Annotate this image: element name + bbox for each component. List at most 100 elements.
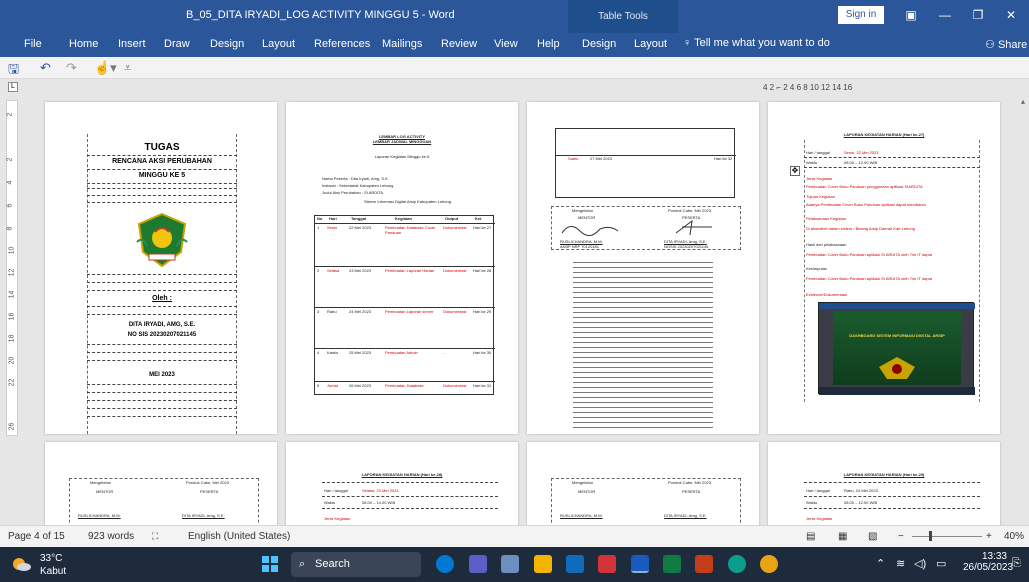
cell: Hari ke 32 [714, 156, 733, 161]
zoom-level[interactable]: 40% [1004, 531, 1024, 542]
report-waktu-label: Waktu [806, 160, 818, 165]
web-layout-icon[interactable]: ▧ [868, 531, 877, 542]
cell: - [443, 350, 445, 355]
log-table-header: No Hari Tanggal Kegiatan Output Ket [315, 216, 495, 224]
tab-mailings[interactable]: Mailings [382, 38, 422, 50]
tab-view[interactable]: View [494, 38, 518, 50]
cell: 25 Mei 2023 [349, 350, 372, 355]
tell-me-search[interactable]: ♀ Tell me what you want to do [683, 37, 830, 49]
weather-icon[interactable] [10, 555, 32, 573]
pocket-icon[interactable] [598, 555, 616, 573]
zoom-out-icon[interactable]: − [898, 531, 904, 542]
battery-icon[interactable]: ▭ [936, 557, 946, 570]
tab-insert[interactable]: Insert [118, 38, 146, 50]
vruler-num: 6 [6, 203, 14, 208]
page-cover[interactable]: TUGAS RENCANA AKSI PERUBAHAN MINGGU KE 5… [45, 102, 277, 434]
customize-toolbar-icon[interactable]: ⩡ [124, 60, 131, 76]
zoom-in-icon[interactable]: + [986, 531, 992, 542]
minimize-icon[interactable]: — [930, 4, 960, 26]
chrome-icon[interactable] [760, 555, 778, 573]
tab-selector-icon[interactable]: L [8, 82, 18, 92]
windows-start-icon[interactable] [262, 556, 278, 572]
log-info-row: Nama Peserta : Dita Iryadi, Amg, S.E. [322, 176, 389, 181]
undo-icon[interactable]: ↶ [40, 60, 51, 76]
page-5[interactable]: Mengetahui Pondok Cabe, Mei 2023 MENTOR … [45, 442, 277, 525]
tab-layout[interactable]: Layout [262, 38, 295, 50]
taskbar-search[interactable]: ⌕ Search [291, 552, 421, 577]
print-layout-icon[interactable]: ▦ [838, 531, 847, 542]
cell: Pembuatan Laporan server [385, 309, 434, 314]
vruler-num: 18 [8, 334, 16, 343]
tab-review[interactable]: Review [441, 38, 477, 50]
copilot-icon[interactable] [436, 555, 454, 573]
teams-icon[interactable] [469, 555, 487, 573]
zoom-slider[interactable] [912, 536, 982, 537]
weather-description[interactable]: Kabut [40, 566, 66, 577]
word-count[interactable]: 923 words [88, 531, 134, 542]
page-count[interactable]: Page 4 of 15 [8, 531, 65, 542]
log-table[interactable]: No Hari Tanggal Kegiatan Output Ket 1 Se… [314, 215, 495, 395]
tab-help[interactable]: Help [537, 38, 560, 50]
weather-temperature[interactable]: 33°C [40, 553, 62, 564]
tab-design[interactable]: Design [210, 38, 244, 50]
cover-title: TUGAS [144, 142, 180, 153]
report-line: Di aksesibel dalam sistem / Bidang Arsip… [806, 226, 915, 231]
tray-chevron-icon[interactable]: ⌃ [876, 557, 885, 570]
page-signatures[interactable]: Sabtu 27 Mei 2023 Hari ke 32 Mengetahui … [527, 102, 759, 434]
language-label[interactable]: English (United States) [188, 531, 290, 542]
close-icon[interactable]: ✕ [996, 4, 1026, 26]
taskbar-clock[interactable]: 13:33 26/05/2023 [963, 551, 1013, 573]
table-move-handle-icon[interactable]: ✥ [790, 166, 800, 176]
scroll-up-icon[interactable]: ▴ [1021, 97, 1028, 111]
excel-icon[interactable] [663, 555, 681, 573]
sig-mentor-nip: AKBP NRP 70120181 [560, 244, 599, 249]
ribbon-display-icon[interactable]: ▣ [896, 4, 926, 26]
zoom-slider-thumb[interactable] [929, 531, 932, 541]
wifi-icon[interactable]: ≋ [896, 557, 905, 570]
sign-in-button[interactable]: Sign in [838, 6, 884, 24]
page-log-activity[interactable]: LEMBAR LOG ACTIVITY LEMBAR JADWAL MINGGU… [286, 102, 518, 434]
touch-mode-icon[interactable]: ☝▾ [94, 60, 117, 76]
volume-icon[interactable]: ◁) [914, 557, 926, 570]
sig-mengetahui: Mengetahui [572, 208, 593, 213]
vruler-num: 8 [6, 226, 14, 231]
proofing-icon[interactable]: ⛶ [152, 531, 158, 542]
tab-home[interactable]: Home [69, 38, 98, 50]
cover-oleh: Oleh : [152, 295, 172, 302]
edge-icon[interactable] [728, 555, 746, 573]
tab-draw[interactable]: Draw [164, 38, 190, 50]
horizontal-ruler[interactable]: L 4 2 ⌐ 2 4 6 8 10 12 14 16 [0, 79, 1029, 97]
tab-table-design[interactable]: Design [582, 38, 616, 50]
vertical-ruler[interactable]: 2 2 4 6 8 10 12 14 16 18 20 22 26 [6, 100, 18, 436]
mentor-signature-icon [561, 226, 619, 236]
tab-table-layout[interactable]: Layout [634, 38, 667, 50]
page-6[interactable]: LAPORAN KEGIATAN HARIAN (Hari ke-28) Har… [286, 442, 518, 525]
redo-icon[interactable]: ↷ [66, 60, 77, 76]
powerpoint-icon[interactable] [695, 555, 713, 573]
evidence-screenshot[interactable]: DASHBOARD SISTEM INFORMASI DIGITAL ARSIP [818, 302, 975, 395]
tab-references[interactable]: References [314, 38, 370, 50]
report-line: Jenis Kegiatan [324, 516, 351, 521]
cell: Hari ke 27 [473, 225, 492, 230]
file-explorer-icon[interactable] [534, 555, 552, 573]
app-l-icon[interactable] [566, 555, 584, 573]
report-line: Evidence/Dokumentasi [806, 292, 847, 297]
page-daily-report[interactable]: LAPORAN KEGIATAN HARIAN (Hari ke-27) ✥ H… [768, 102, 1000, 434]
page-7[interactable]: Mengetahui Pondok Cabe, Mei 2023 MENTOR … [527, 442, 759, 525]
empty-lines [573, 258, 713, 428]
share-button[interactable]: ⚇ Share [985, 38, 1027, 51]
page-8[interactable]: LAPORAN KEGIATAN HARIAN (Hari ke-29) Har… [768, 442, 1000, 525]
document-canvas[interactable]: TUGAS RENCANA AKSI PERUBAHAN MINGGU KE 5… [20, 97, 1020, 525]
sig-peserta-label: PESERTA [682, 489, 701, 494]
notification-icon[interactable]: ⎘ [1012, 557, 1021, 570]
sig-peserta-label: PESERTA [200, 489, 219, 494]
read-mode-icon[interactable]: ▤ [806, 531, 815, 542]
photos-icon[interactable] [501, 555, 519, 573]
tab-file[interactable]: File [24, 38, 42, 50]
th-no: No [317, 216, 323, 221]
vertical-scrollbar[interactable]: ▴ [1020, 97, 1029, 525]
report-waktu-label: Waktu [324, 500, 336, 505]
ribbon-tabs: File Home Insert Draw Design Layout Refe… [0, 33, 1029, 57]
restore-icon[interactable]: ❐ [963, 4, 993, 26]
word-icon[interactable] [631, 555, 649, 573]
